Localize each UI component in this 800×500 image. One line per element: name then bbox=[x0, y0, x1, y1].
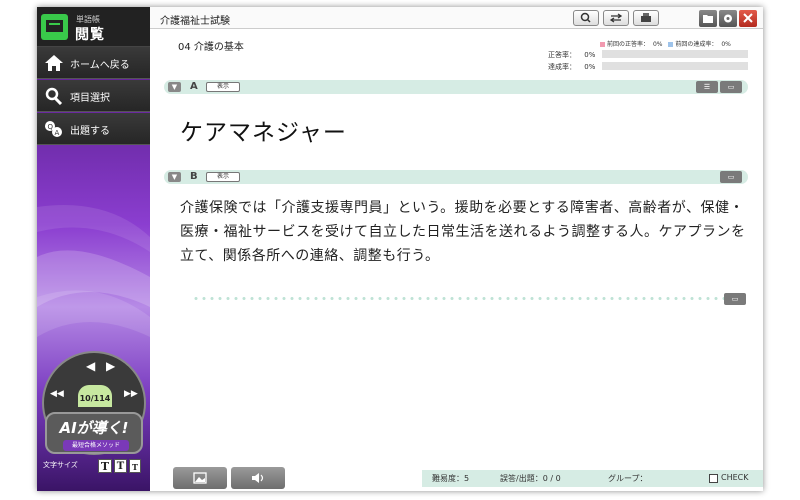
qa-icon: QA bbox=[45, 121, 62, 137]
expand-b-button[interactable]: ▭ bbox=[720, 171, 742, 183]
legend-prev-correct-label: 前回の正答率： bbox=[607, 41, 650, 48]
difficulty-text: 難易度：5 bbox=[432, 474, 470, 483]
window-icon: ▭ bbox=[731, 295, 739, 303]
font-size-small-button[interactable]: T bbox=[129, 459, 141, 473]
ai-banner-title: AIが導く! bbox=[59, 419, 129, 437]
list-view-button[interactable]: ☰ bbox=[696, 81, 718, 93]
nav-quiz-button[interactable]: QA 出題する bbox=[37, 113, 150, 145]
previous-stats-legend: 前回の正答率： 0% 前回の達成率： 0% bbox=[600, 39, 731, 48]
magnifier-icon bbox=[45, 87, 63, 105]
correct-rate-bar bbox=[602, 50, 748, 58]
search-button[interactable] bbox=[573, 10, 599, 26]
first-card-button[interactable]: ◀◀ bbox=[50, 389, 64, 399]
swap-button[interactable] bbox=[603, 10, 629, 26]
collapse-b-button[interactable]: ▼ bbox=[168, 172, 181, 182]
collapse-a-button[interactable]: ▼ bbox=[168, 82, 181, 92]
nav-select-items-label: 項目選択 bbox=[70, 93, 110, 104]
swap-icon bbox=[609, 13, 623, 23]
app-window: 単語帳 閲覧 ホームへ戻る 項目選択 QA 出題する ◀ ▶ ◀◀ ▶▶ 10/… bbox=[37, 7, 763, 491]
svg-text:A: A bbox=[55, 129, 60, 137]
card-counter: 10/114 bbox=[79, 394, 111, 403]
chevron-down-icon: ▼ bbox=[171, 83, 178, 91]
app-logo: 単語帳 閲覧 bbox=[37, 7, 150, 47]
status-bar: 難易度：5 誤答/出題：0 / 0 グループ： CHECK bbox=[422, 470, 763, 487]
correct-rate-value: 0% bbox=[584, 51, 596, 59]
achievement-rate-row: 達成率： 0% bbox=[548, 62, 595, 72]
band-b-header: ▼ B 表示 ▭ bbox=[164, 170, 748, 184]
image-button[interactable] bbox=[173, 467, 227, 489]
check-checkbox[interactable] bbox=[709, 474, 718, 483]
list-icon: ☰ bbox=[703, 83, 711, 91]
dotted-divider bbox=[192, 297, 740, 300]
prev-card-button[interactable]: ◀ bbox=[86, 359, 95, 373]
group-text: グループ： bbox=[608, 474, 648, 483]
font-size-medium-button[interactable]: T bbox=[114, 459, 127, 473]
mistakes-text: 誤答/出題：0 / 0 bbox=[500, 474, 561, 483]
speaker-icon bbox=[252, 473, 264, 483]
expand-a-button[interactable]: ▭ bbox=[720, 81, 742, 93]
expand-note-button[interactable]: ▭ bbox=[724, 293, 746, 305]
legend-swatch-correct bbox=[600, 42, 605, 47]
ai-method-banner[interactable]: AIが導く! 最短合格メソッド bbox=[45, 412, 143, 454]
app-title: 介護福祉士試験 bbox=[160, 16, 230, 27]
bottom-bar: 難易度：5 誤答/出題：0 / 0 グループ： CHECK bbox=[150, 465, 763, 491]
ai-banner-subtitle: 最短合格メソッド bbox=[63, 440, 129, 451]
nav-quiz-label: 出題する bbox=[70, 126, 110, 137]
answer-term: ケアマネジャー bbox=[180, 120, 347, 146]
image-icon bbox=[193, 472, 207, 484]
title-bar: 介護福祉士試験 bbox=[150, 7, 763, 29]
logo-title: 閲覧 bbox=[75, 27, 105, 43]
show-a-button[interactable]: 表示 bbox=[206, 82, 240, 92]
legend-prev-achieve-value: 0% bbox=[721, 41, 731, 48]
settings-button[interactable] bbox=[719, 10, 737, 27]
achievement-rate-value: 0% bbox=[584, 63, 596, 71]
term-description: 介護保険では「介護支援専門員」という。援助を必要とする障害者、高齢者が、保健・医… bbox=[180, 200, 746, 264]
legend-prev-achieve-label: 前回の達成率： bbox=[675, 41, 718, 48]
font-size-large-button[interactable]: T bbox=[98, 459, 112, 473]
legend-prev-correct-value: 0% bbox=[652, 41, 663, 48]
flashcard-logo-icon bbox=[41, 14, 68, 40]
sidebar: 単語帳 閲覧 ホームへ戻る 項目選択 QA 出題する ◀ ▶ ◀◀ ▶▶ 10/… bbox=[37, 7, 150, 491]
search-icon bbox=[580, 12, 591, 23]
band-a-header: ▼ A 表示 ☰ ▭ bbox=[164, 80, 748, 94]
achievement-rate-label: 達成率： bbox=[548, 63, 576, 71]
font-size-label: 文字サイズ bbox=[43, 461, 78, 469]
nav-home-button[interactable]: ホームへ戻る bbox=[37, 47, 150, 79]
print-icon bbox=[641, 13, 651, 22]
last-card-button[interactable]: ▶▶ bbox=[124, 389, 138, 399]
window-icon: ▭ bbox=[727, 83, 735, 91]
chevron-down-icon: ▼ bbox=[171, 173, 178, 181]
folder-icon bbox=[703, 15, 713, 23]
nav-home-label: ホームへ戻る bbox=[70, 60, 130, 71]
close-button[interactable] bbox=[739, 10, 757, 27]
band-b-letter: B bbox=[190, 171, 198, 182]
band-a-letter: A bbox=[190, 81, 198, 92]
nav-select-items-button[interactable]: 項目選択 bbox=[37, 80, 150, 112]
check-label: CHECK bbox=[721, 473, 749, 482]
main-panel: 介護福祉士試験 04 介護の基本 前回の正答率： 0% 前回の達成率： 0% 正… bbox=[150, 7, 763, 491]
next-card-button[interactable]: ▶ bbox=[106, 359, 115, 373]
audio-button[interactable] bbox=[231, 467, 285, 489]
section-title: 04 介護の基本 bbox=[178, 42, 244, 53]
home-icon bbox=[45, 55, 63, 71]
close-icon bbox=[743, 13, 753, 23]
correct-rate-row: 正答率： 0% bbox=[548, 50, 595, 60]
correct-rate-label: 正答率： bbox=[548, 51, 576, 59]
gear-icon bbox=[724, 14, 732, 23]
folder-button[interactable] bbox=[699, 10, 717, 27]
show-b-button[interactable]: 表示 bbox=[206, 172, 240, 182]
window-icon: ▭ bbox=[727, 173, 735, 181]
print-button[interactable] bbox=[633, 10, 659, 26]
legend-swatch-achieve bbox=[668, 42, 674, 47]
achievement-rate-bar bbox=[602, 62, 748, 70]
